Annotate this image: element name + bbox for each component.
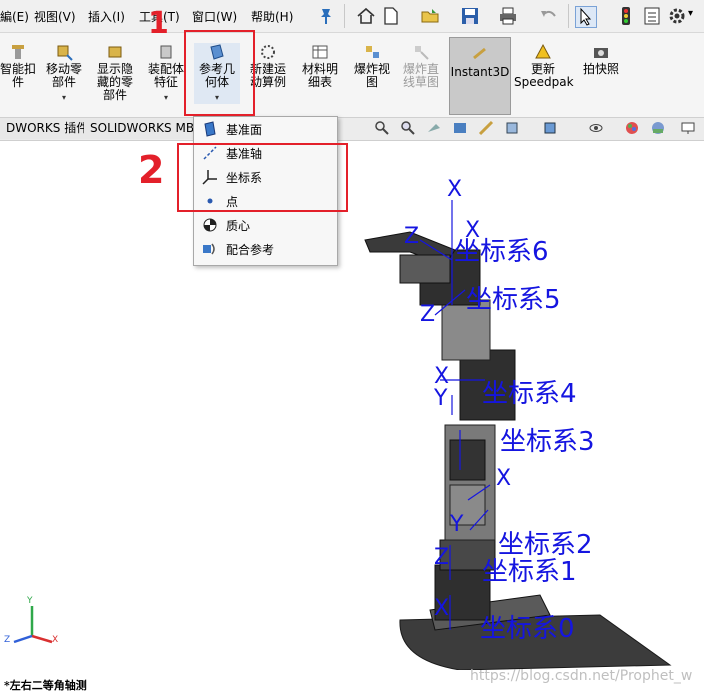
menu-help[interactable]: 帮助(H) — [251, 8, 293, 25]
explode-line-icon — [415, 46, 429, 60]
axis-z-label: Z — [434, 545, 450, 570]
new-document-icon[interactable] — [381, 6, 401, 26]
explode-line-sketch-button[interactable]: 爆炸直 线草图 — [398, 43, 444, 89]
show-hidden-icon — [108, 46, 122, 58]
view-orientation-icon[interactable] — [504, 120, 520, 136]
triad-y-label: Y — [27, 596, 33, 606]
step-1-marker: 1 — [148, 6, 169, 41]
gear-icon[interactable] — [667, 6, 687, 26]
servo-3 — [449, 439, 486, 481]
bill-of-materials-button[interactable]: 材料明 细表 — [298, 43, 342, 89]
home-icon[interactable] — [356, 6, 376, 26]
hide-show-items-icon[interactable] — [588, 120, 604, 136]
apply-scene-icon[interactable] — [650, 120, 666, 136]
menu-window[interactable]: 窗口(W) — [192, 8, 237, 25]
menu-item-center-of-mass[interactable]: 质心 — [194, 213, 337, 237]
step-2-marker: 2 — [138, 148, 165, 192]
menu-item-mate-reference[interactable]: 配合参考 — [194, 237, 337, 261]
undo-icon[interactable] — [538, 6, 558, 26]
chevron-down-icon[interactable]: ▾ — [42, 91, 86, 104]
zoom-area-icon[interactable] — [400, 120, 416, 136]
move-component-button[interactable]: 移动零 部件 ▾ — [42, 43, 86, 104]
display-style-icon[interactable] — [542, 120, 558, 136]
axis-y-label: Y — [434, 386, 448, 411]
triad-x-label: X — [52, 635, 59, 645]
triad-z-label: Z — [4, 635, 11, 645]
center-of-mass-icon — [203, 218, 217, 232]
camera-icon — [594, 48, 608, 58]
step-2-highlight-box — [177, 143, 348, 212]
coord-system-3-label[interactable]: 坐标系3 — [500, 421, 595, 458]
update-speedpak-button[interactable]: 更新 Speedpak — [514, 43, 574, 89]
tab-solidworks-mbd[interactable]: SOLIDWORKS MBD — [84, 118, 211, 139]
view-orientation-label: *左右二等角轴测 — [4, 679, 87, 692]
coord-system-1-label[interactable]: 坐标系1 — [482, 551, 577, 588]
axis-x-label: X — [434, 596, 450, 621]
menu-bar: 編(E) 视图(V) 插入(I) 工具(T) 窗口(W) 帮助(H) ▾ — [0, 0, 704, 33]
previous-view-icon[interactable] — [426, 120, 442, 136]
move-component-icon — [57, 45, 73, 61]
axis-z-label: Z — [404, 224, 420, 249]
file-properties-icon[interactable] — [642, 6, 662, 26]
motion-study-icon — [261, 45, 275, 59]
coord-system-4-label[interactable]: 坐标系4 — [482, 373, 577, 410]
assembly-feature-icon — [160, 45, 172, 59]
fastener-icon — [12, 45, 24, 59]
menu-edit[interactable]: 編(E) — [0, 8, 29, 25]
axis-x-label: X — [496, 466, 512, 491]
open-folder-icon[interactable] — [420, 6, 440, 26]
exploded-view-button[interactable]: 爆炸视 图 — [350, 43, 394, 89]
take-snapshot-button[interactable]: 拍快照 — [578, 43, 624, 76]
mate-reference-icon — [203, 243, 215, 255]
assembly-features-button[interactable]: 装配体 特征 ▾ — [146, 43, 186, 104]
bom-table-icon — [312, 45, 328, 59]
edit-appearance-icon[interactable] — [624, 120, 640, 136]
pin-icon[interactable] — [316, 6, 336, 26]
plane-icon — [204, 121, 216, 137]
tab-solidworks-addins[interactable]: DWORKS 插件 — [0, 118, 96, 139]
speedpak-icon — [535, 43, 551, 59]
dynamic-annotation-icon[interactable] — [478, 120, 494, 136]
watermark: https://blog.csdn.net/Prophet_w — [470, 668, 693, 684]
menu-insert[interactable]: 插入(I) — [88, 8, 125, 25]
zoom-to-fit-icon[interactable] — [374, 120, 390, 136]
menu-item-plane[interactable]: 基准面 — [194, 117, 337, 141]
instant3d-icon — [473, 47, 486, 60]
print-icon[interactable] — [498, 6, 518, 26]
show-hidden-components-button[interactable]: 显示隐 藏的零 部件 — [92, 43, 138, 102]
axis-x-label: X — [447, 177, 463, 202]
instant3d-button[interactable]: Instant3D — [449, 37, 511, 115]
coord-system-5-label[interactable]: 坐标系5 — [466, 279, 561, 316]
axis-y-label: Y — [450, 512, 464, 537]
axis-z-label: Z — [420, 302, 436, 327]
smart-fasteners-button[interactable]: 智能扣 件 — [0, 43, 36, 89]
save-icon[interactable] — [460, 6, 480, 26]
chevron-down-icon[interactable]: ▾ — [146, 91, 186, 104]
menu-view[interactable]: 视图(V) — [34, 8, 76, 25]
separator — [344, 4, 345, 28]
exploded-view-icon — [366, 46, 379, 58]
axis-x-label: X — [465, 218, 481, 243]
wrist — [399, 254, 451, 284]
step-1-highlight-box — [184, 30, 255, 116]
coord-system-0-label[interactable]: 坐标系0 — [480, 608, 575, 645]
section-view-icon[interactable] — [452, 120, 468, 136]
ribbon-toolbar: 智能扣 件 移动零 部件 ▾ 显示隐 藏的零 部件 装配体 特征 ▾ 参考几 何… — [0, 33, 704, 118]
gear-dropdown-arrow[interactable]: ▾ — [688, 8, 693, 19]
separator — [568, 4, 569, 28]
traffic-light-icon[interactable] — [616, 6, 636, 26]
select-cursor-icon[interactable] — [575, 6, 597, 28]
monitor-icon[interactable] — [680, 120, 696, 136]
